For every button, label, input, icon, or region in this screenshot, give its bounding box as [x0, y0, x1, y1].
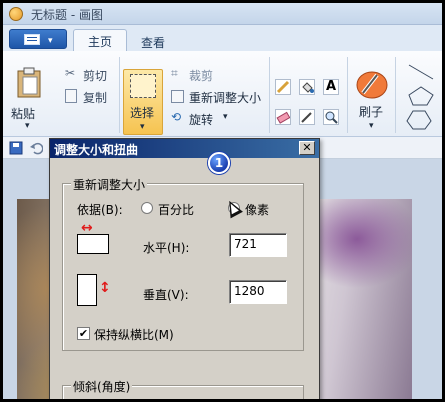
ribbon-home: 粘贴 ▾ ✂ 剪切 复制 选择 ▾ ⌗ 裁剪 重新调整大小 ⟲ 旋转 ▾ A 刷… — [3, 51, 442, 137]
crop-label: 裁剪 — [189, 69, 214, 83]
resize-icon — [171, 90, 184, 103]
title-bar: 无标题 - 画图 — [3, 3, 442, 25]
chevron-down-icon: ▾ — [223, 112, 228, 122]
vertical-label: 垂直(V): — [143, 288, 189, 302]
dialog-title: 调整大小和扭曲 — [54, 143, 139, 157]
by-label: 依据(B): — [77, 203, 123, 217]
chevron-down-icon: ▾ — [140, 122, 145, 132]
file-menu-button[interactable]: ▾ — [9, 29, 67, 49]
tab-view[interactable]: 查看 — [127, 31, 179, 53]
keep-ratio-checkbox[interactable]: ✔ 保持纵横比(M) — [77, 326, 197, 342]
percent-radio-circle — [141, 202, 153, 214]
color-picker-icon — [301, 112, 312, 123]
paste-button[interactable]: 粘贴 ▾ — [11, 67, 51, 133]
chevron-down-icon: ▾ — [25, 121, 30, 131]
shapes-icon[interactable] — [403, 61, 439, 131]
step-badge: 1 — [208, 152, 230, 174]
ribbon-separator — [119, 57, 120, 133]
cut-label: 剪切 — [83, 69, 108, 83]
copy-label: 复制 — [83, 91, 108, 105]
magnifier-tool[interactable] — [323, 109, 339, 125]
checkmark-icon: ✔ — [77, 327, 90, 340]
text-icon: A — [325, 79, 337, 94]
ribbon-tab-row: ▾ 主页 查看 — [3, 25, 442, 53]
undo-icon[interactable] — [29, 141, 43, 155]
ribbon-separator — [395, 57, 396, 133]
resize-skew-dialog: 调整大小和扭曲 ✕ 1 重新调整大小 依据(B): 百分比 像素 ↔ 水平(H)… — [49, 138, 320, 399]
rotate-label: 旋转 — [189, 113, 214, 127]
pencil-tool[interactable] — [275, 79, 291, 95]
fill-icon — [302, 82, 314, 93]
vertical-input[interactable]: 1280 — [229, 280, 287, 304]
pencil-icon — [276, 80, 290, 94]
vertical-resize-icon: ↕ — [99, 280, 111, 296]
percent-label: 百分比 — [158, 203, 195, 217]
resize-label: 重新调整大小 — [189, 91, 262, 105]
brush-button[interactable]: 刷子 ▾ — [353, 69, 393, 135]
ribbon-separator — [347, 57, 348, 133]
paint-window: 无标题 - 画图 ▾ 主页 查看 粘贴 ▾ ✂ 剪切 复制 选择 ▾ ⌗ 裁剪 … — [3, 3, 442, 399]
copy-button[interactable]: 复制 — [63, 89, 119, 105]
magnifier-icon — [325, 111, 338, 124]
ribbon-separator — [269, 57, 270, 133]
save-icon[interactable] — [9, 141, 23, 155]
percent-radio[interactable]: 百分比 — [141, 200, 211, 217]
keep-ratio-label: 保持纵横比(M) — [94, 328, 174, 342]
copy-icon — [65, 89, 77, 103]
color-picker-tool[interactable] — [299, 109, 315, 125]
file-menu-icon — [24, 34, 40, 45]
text-tool[interactable]: A — [323, 79, 339, 95]
close-icon: ✕ — [302, 141, 312, 154]
window-title: 无标题 - 画图 — [31, 8, 103, 22]
brush-label: 刷子 — [359, 105, 384, 119]
vertical-preview-icon — [77, 274, 97, 306]
rotate-icon: ⟲ — [171, 110, 182, 124]
paste-icon — [17, 67, 41, 98]
crop-button[interactable]: ⌗ 裁剪 — [171, 66, 251, 83]
resize-group-legend: 重新调整大小 — [71, 176, 148, 193]
eraser-tool[interactable] — [275, 109, 291, 125]
horizontal-label: 水平(H): — [143, 241, 190, 255]
paint-app-icon — [9, 7, 23, 21]
skew-group: 倾斜(角度) — [62, 378, 304, 399]
select-label: 选择 — [130, 106, 155, 120]
tab-label: 查看 — [141, 36, 166, 50]
close-button[interactable]: ✕ — [299, 141, 315, 155]
chevron-down-icon: ▾ — [369, 121, 374, 131]
paste-label: 粘贴 — [11, 107, 36, 121]
horizontal-preview-icon — [77, 234, 109, 254]
skew-group-legend: 倾斜(角度) — [71, 378, 133, 395]
cut-icon: ✂ — [65, 66, 76, 80]
horizontal-input[interactable]: 721 — [229, 233, 287, 257]
cut-button[interactable]: ✂ 剪切 — [63, 66, 119, 83]
resize-button[interactable]: 重新调整大小 — [171, 89, 267, 105]
chevron-down-icon: ▾ — [48, 36, 53, 46]
pixels-label: 像素 — [245, 203, 270, 217]
tab-home[interactable]: 主页 — [73, 29, 128, 52]
resize-group: 重新调整大小 依据(B): 百分比 像素 ↔ 水平(H): 721 ↕ 垂直(V… — [62, 176, 304, 351]
dialog-title-bar[interactable]: 调整大小和扭曲 ✕ — [50, 139, 319, 158]
rotate-button[interactable]: ⟲ 旋转 ▾ — [171, 110, 251, 127]
crop-icon: ⌗ — [171, 66, 178, 80]
eraser-icon — [276, 111, 291, 124]
brush-icon — [356, 71, 388, 99]
select-icon — [130, 74, 156, 98]
select-button[interactable]: 选择 ▾ — [123, 69, 163, 135]
fill-tool[interactable] — [299, 79, 315, 95]
tab-label: 主页 — [88, 35, 113, 49]
